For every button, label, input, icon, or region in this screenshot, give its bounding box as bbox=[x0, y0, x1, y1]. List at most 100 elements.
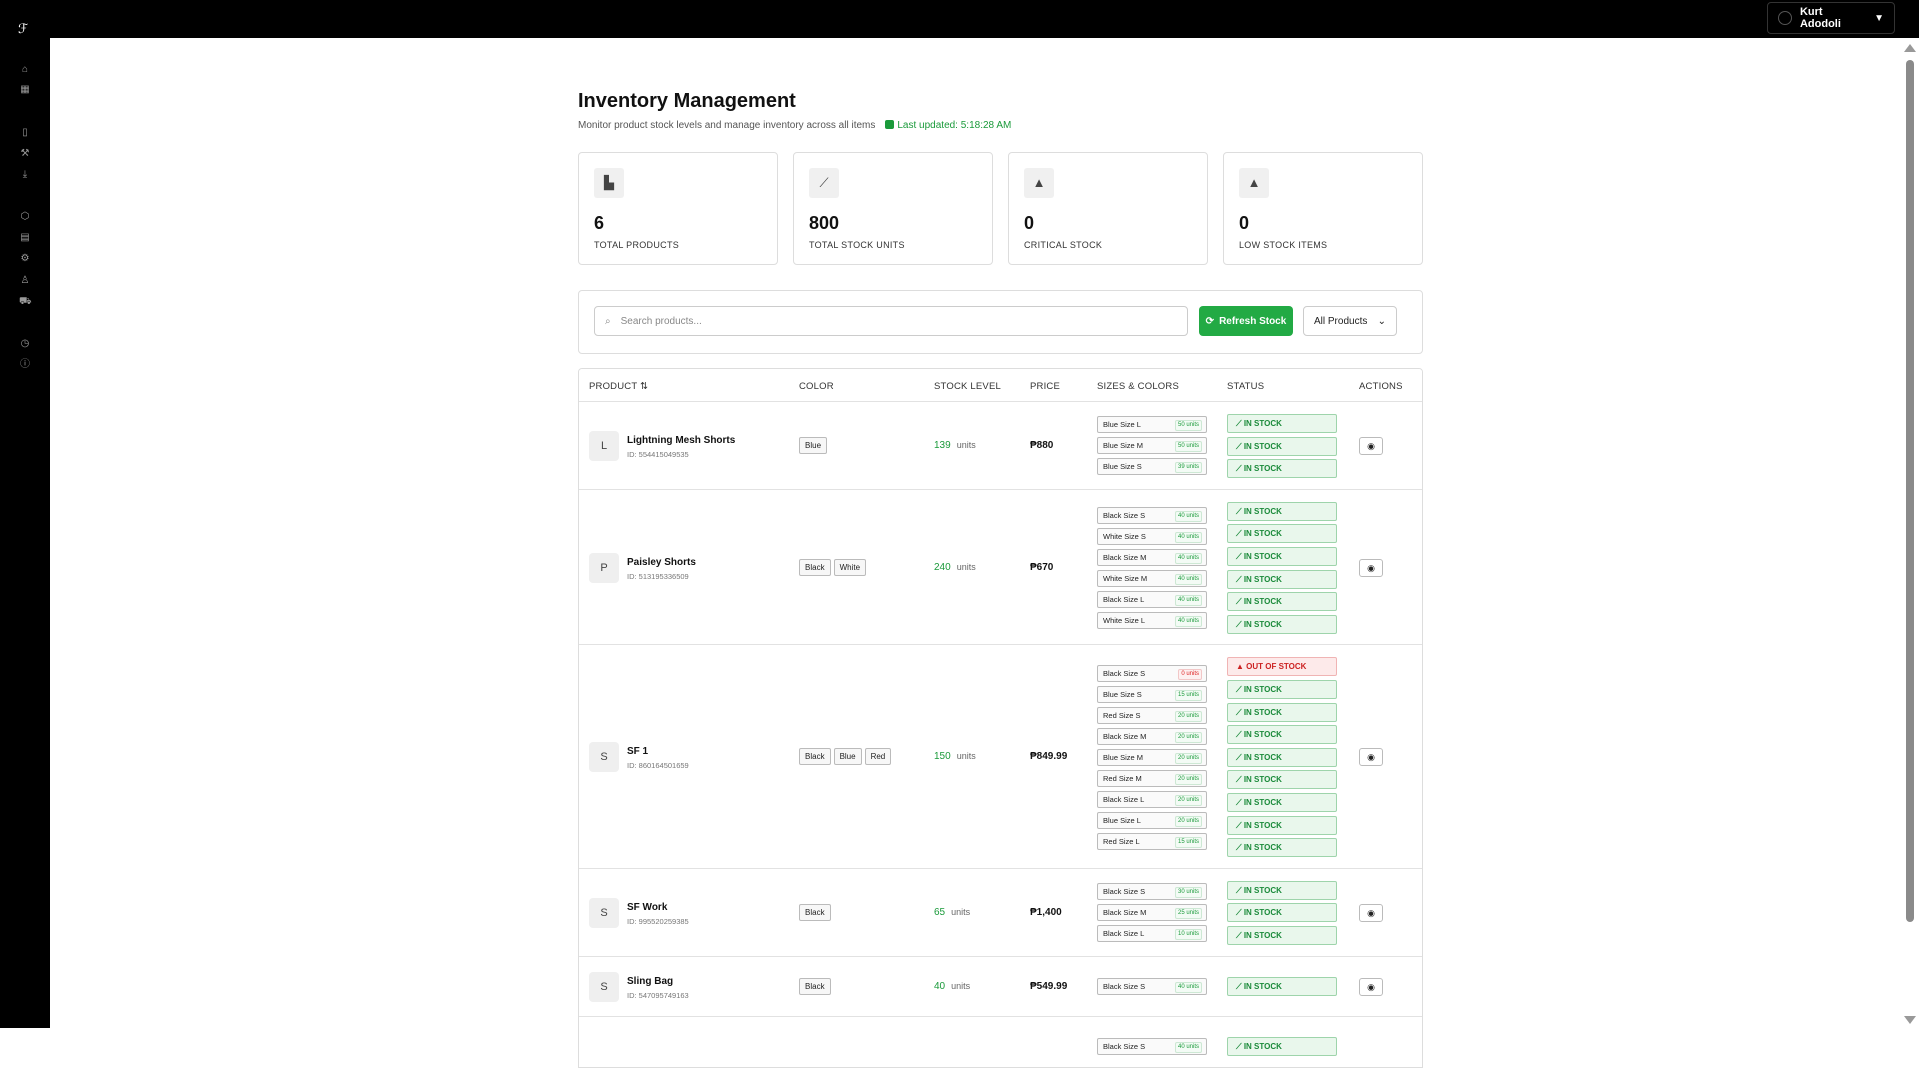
calendar-icon[interactable]: ▤ bbox=[19, 232, 31, 244]
stat-label: TOTAL PRODUCTS bbox=[594, 240, 679, 250]
view-button[interactable]: ◉ bbox=[1359, 978, 1383, 996]
refresh-stock-button[interactable]: ⟳ Refresh Stock bbox=[1199, 306, 1293, 336]
size-name: Red Size M bbox=[1103, 774, 1142, 783]
stock-units: units bbox=[957, 562, 976, 572]
size-variant: Blue Size M50 units bbox=[1097, 437, 1207, 454]
stock-value: 240 bbox=[934, 562, 951, 573]
sort-icon: ⇅ bbox=[640, 381, 648, 392]
size-name: White Size M bbox=[1103, 574, 1147, 583]
sidebar: ℱ ⌂ ▦ ▯ ⚒ ⤓ ⬡ ▤ ⚙ ♙ ⛟ ◷ ⓘ bbox=[0, 0, 50, 1028]
status-label: IN STOCK bbox=[1244, 931, 1282, 940]
in-stock-badge: ⟋ IN STOCK bbox=[1227, 725, 1337, 744]
size-units-badge: 15 units bbox=[1175, 690, 1202, 701]
in-stock-badge: ⟋ IN STOCK bbox=[1227, 592, 1337, 611]
clock-icon[interactable]: ◷ bbox=[19, 338, 31, 350]
trend-icon: ⟋ bbox=[1236, 982, 1244, 991]
user-plus-icon[interactable]: ♙ bbox=[19, 275, 31, 287]
clipboard-icon[interactable]: ▯ bbox=[19, 127, 31, 139]
in-stock-badge: ⟋ IN STOCK bbox=[1227, 547, 1337, 566]
top-bar: Kurt Adodoli ▼ bbox=[0, 0, 1919, 38]
color-chips: BlackWhite bbox=[799, 559, 866, 576]
size-name: Red Size L bbox=[1103, 837, 1140, 846]
chart-icon: ⟋ bbox=[809, 168, 839, 198]
in-stock-badge: ⟋ IN STOCK bbox=[1227, 524, 1337, 543]
color-chip: White bbox=[834, 559, 866, 576]
size-variant: Blue Size L20 units bbox=[1097, 812, 1207, 829]
scroll-up-icon[interactable] bbox=[1904, 44, 1916, 52]
product-name[interactable]: SF Work bbox=[627, 902, 667, 913]
size-name: Black Size L bbox=[1103, 595, 1144, 604]
scroll-down-icon[interactable] bbox=[1904, 1016, 1916, 1024]
status-label: IN STOCK bbox=[1244, 575, 1282, 584]
size-variant: Red Size M20 units bbox=[1097, 770, 1207, 787]
size-variant: Black Size S40 units bbox=[1097, 978, 1207, 995]
size-name: Black Size S bbox=[1103, 511, 1145, 520]
in-stock-badge: ⟋ IN STOCK bbox=[1227, 748, 1337, 767]
color-chips: BlackBlueRed bbox=[799, 748, 891, 765]
size-name: Blue Size S bbox=[1103, 462, 1142, 471]
home-icon[interactable]: ⌂ bbox=[19, 64, 31, 76]
stock-level: 150units bbox=[934, 751, 976, 762]
logo[interactable]: ℱ bbox=[18, 22, 28, 37]
out-of-stock-badge: ▲ OUT OF STOCK bbox=[1227, 657, 1337, 676]
grid-icon[interactable]: ▦ bbox=[19, 84, 31, 96]
size-name: Black Size S bbox=[1103, 887, 1145, 896]
box-icon[interactable]: ⬡ bbox=[19, 211, 31, 223]
stock-value: 139 bbox=[934, 440, 951, 451]
size-name: Black Size S bbox=[1103, 1042, 1145, 1051]
search-placeholder: Search products... bbox=[621, 316, 702, 327]
size-units-badge: 20 units bbox=[1175, 711, 1202, 722]
in-stock-badge: ⟋ IN STOCK bbox=[1227, 680, 1337, 699]
size-variant: White Size L40 units bbox=[1097, 612, 1207, 629]
product-avatar: S bbox=[589, 898, 619, 928]
size-units-badge: 40 units bbox=[1175, 532, 1202, 543]
trend-icon: ⟋ bbox=[1236, 821, 1244, 830]
status-label: IN STOCK bbox=[1244, 620, 1282, 629]
search-input[interactable]: ⌕ Search products... bbox=[594, 306, 1188, 336]
wrench-icon[interactable]: ⚒ bbox=[19, 148, 31, 160]
settings-icon[interactable]: ⚙ bbox=[19, 253, 31, 265]
product-name[interactable]: Lightning Mesh Shorts bbox=[627, 435, 735, 446]
product-name[interactable]: Paisley Shorts bbox=[627, 557, 696, 568]
product-name[interactable]: Sling Bag bbox=[627, 976, 673, 987]
truck-icon[interactable]: ⛟ bbox=[19, 296, 31, 308]
status-label: IN STOCK bbox=[1244, 982, 1282, 991]
trend-icon: ⟋ bbox=[1236, 908, 1244, 917]
size-units-badge: 40 units bbox=[1175, 511, 1202, 522]
subtitle-text: Monitor product stock levels and manage … bbox=[578, 120, 875, 131]
product-id: ID: 554415049535 bbox=[627, 450, 689, 459]
size-units-badge: 0 units bbox=[1178, 669, 1202, 680]
scroll-thumb[interactable] bbox=[1906, 60, 1914, 922]
info-icon[interactable]: ⓘ bbox=[19, 359, 31, 371]
size-variant: Red Size L15 units bbox=[1097, 833, 1207, 850]
view-button[interactable]: ◉ bbox=[1359, 559, 1383, 577]
stat-value: 0 bbox=[1024, 213, 1034, 234]
product-name[interactable]: SF 1 bbox=[627, 746, 648, 757]
download-icon[interactable]: ⤓ bbox=[19, 169, 31, 181]
product-filter-select[interactable]: All Products ⌄ bbox=[1303, 306, 1397, 336]
product-price: ₱849.99 bbox=[1030, 751, 1067, 762]
size-name: Black Size S bbox=[1103, 982, 1145, 991]
status-label: IN STOCK bbox=[1244, 708, 1282, 717]
size-name: Black Size M bbox=[1103, 908, 1146, 917]
status-label: IN STOCK bbox=[1244, 1042, 1282, 1051]
view-button[interactable]: ◉ bbox=[1359, 748, 1383, 766]
search-icon: ⌕ bbox=[605, 316, 611, 327]
stock-level: 40units bbox=[934, 981, 970, 992]
color-chip: Black bbox=[799, 978, 831, 995]
size-variant: Black Size M25 units bbox=[1097, 904, 1207, 921]
in-stock-badge: ⟋ IN STOCK bbox=[1227, 903, 1337, 922]
size-variant: Red Size S20 units bbox=[1097, 707, 1207, 724]
user-menu-button[interactable]: Kurt Adodoli ▼ bbox=[1767, 2, 1895, 34]
header-product[interactable]: PRODUCT ⇅ bbox=[589, 381, 648, 392]
status-label: IN STOCK bbox=[1244, 597, 1282, 606]
color-chip: Black bbox=[799, 904, 831, 921]
view-button[interactable]: ◉ bbox=[1359, 437, 1383, 455]
scrollbar[interactable] bbox=[1899, 38, 1919, 1028]
warning-icon: ▲ bbox=[1239, 168, 1269, 198]
stock-level: 65units bbox=[934, 907, 970, 918]
size-units-badge: 50 units bbox=[1175, 441, 1202, 452]
view-button[interactable]: ◉ bbox=[1359, 904, 1383, 922]
size-name: Black Size M bbox=[1103, 553, 1146, 562]
product-avatar: S bbox=[589, 742, 619, 772]
